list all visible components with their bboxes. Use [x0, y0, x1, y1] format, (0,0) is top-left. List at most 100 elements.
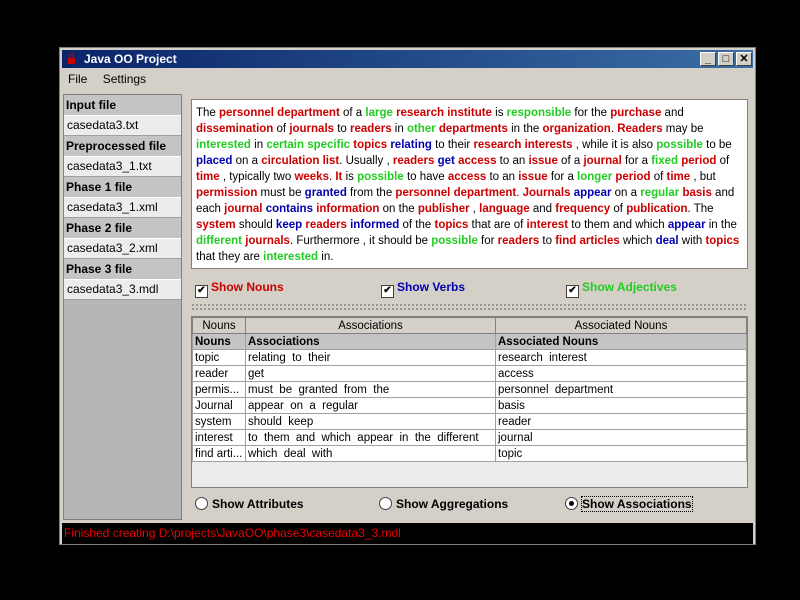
column-header-nouns[interactable]: Nouns — [192, 317, 246, 334]
noun-word: language — [479, 203, 530, 215]
verb-word: deal — [655, 235, 679, 247]
plain-text: to have — [403, 171, 448, 183]
show-adjectives-label: Show Adjectives — [582, 280, 677, 294]
plain-text: on the — [379, 203, 418, 215]
column-header-associations[interactable]: Associations — [245, 317, 496, 334]
plain-text: in. — [318, 251, 334, 263]
adjective-word: possible — [357, 171, 404, 183]
plain-text: to their — [431, 139, 474, 151]
plain-text: to an — [486, 171, 519, 183]
show-aggregations-radio[interactable]: Show Aggregations — [379, 497, 508, 511]
table-row[interactable]: topic relating to their research interest — [192, 349, 747, 366]
maximize-button[interactable]: □ — [718, 52, 734, 66]
plain-text: to — [334, 123, 351, 135]
close-button[interactable]: ✕ — [736, 52, 752, 66]
show-attributes-radio[interactable]: Show Attributes — [195, 497, 304, 511]
plain-text: of — [610, 203, 627, 215]
java-cup-icon — [68, 52, 75, 64]
table-row[interactable]: system should keep reader — [192, 413, 747, 430]
menu-file[interactable]: File — [62, 69, 93, 89]
plain-text: should — [235, 219, 276, 231]
preprocessed-file-value[interactable]: casedata3_1.txt — [64, 156, 181, 177]
show-aggregations-label: Show Aggregations — [396, 497, 509, 511]
noun-word: find — [555, 235, 577, 247]
noun-word: period — [681, 155, 717, 167]
plain-text: , — [469, 203, 480, 215]
plain-text: may be — [662, 123, 704, 135]
plain-text: of — [273, 123, 290, 135]
adjective-word: possible — [431, 235, 478, 247]
noun-word: personnel department — [395, 187, 517, 199]
table-row[interactable]: Journal appear on a regular basis — [192, 397, 747, 414]
show-associations-radio[interactable]: Show Associations — [565, 496, 693, 512]
menu-bar: File Settings — [62, 69, 753, 89]
noun-word: frequency — [555, 203, 611, 215]
plain-text: to them — [568, 219, 613, 231]
noun-word: permission — [196, 187, 258, 199]
noun-word: journal — [224, 203, 263, 215]
input-file-value[interactable]: casedata3.txt — [64, 115, 181, 136]
adjective-word: interested — [263, 251, 319, 263]
table-cell: relating to their — [245, 349, 496, 366]
table-cell: reader — [192, 365, 246, 382]
menu-settings[interactable]: Settings — [97, 69, 152, 89]
table-row[interactable]: permis... must be granted from the personn… — [192, 381, 747, 398]
noun-word: topics — [705, 235, 740, 247]
title-bar[interactable]: Java OO Project _ □ ✕ — [62, 50, 753, 68]
associations-table: Nouns Associations Associated Nouns Noun… — [192, 317, 747, 462]
radio-off-icon — [379, 497, 392, 510]
table-cell: reader — [495, 413, 747, 430]
split-pane-divider[interactable] — [191, 303, 748, 311]
plain-text: must be — [257, 187, 305, 199]
phase3-file-value[interactable]: casedata3_3.mdl — [64, 279, 181, 300]
show-adjectives-checkbox[interactable]: ✔ Show Adjectives — [566, 280, 677, 298]
adjective-word: regular — [640, 187, 680, 199]
noun-word: access — [458, 155, 497, 167]
radio-on-icon — [565, 497, 578, 510]
table-cell: get — [245, 365, 496, 382]
plain-text: which — [619, 235, 656, 247]
plain-text: that they are — [196, 251, 264, 263]
noun-word: research interests — [473, 139, 573, 151]
table-cell: Journal — [192, 397, 246, 414]
table-row[interactable]: interest to them and which appear in the … — [192, 429, 747, 446]
minimize-button[interactable]: _ — [700, 52, 716, 66]
adjective-word: possible — [656, 139, 703, 151]
adjective-word: certain specific — [266, 139, 351, 151]
noun-word: research institute — [396, 107, 492, 119]
tagged-text-panel[interactable]: The personnel department of a large rese… — [191, 99, 748, 269]
adjective-word: different — [196, 235, 242, 247]
plain-text: that are of — [468, 219, 527, 231]
plain-text: is — [491, 107, 507, 119]
radio-off-icon — [195, 497, 208, 510]
column-header-associated-nouns[interactable]: Associated Nouns — [495, 317, 747, 334]
plain-text: and which — [612, 219, 668, 231]
verb-word: granted — [304, 187, 347, 199]
plain-text: with — [678, 235, 706, 247]
noun-word: publisher — [417, 203, 470, 215]
show-nouns-checkbox[interactable]: ✔ Show Nouns — [195, 280, 284, 298]
checkbox-check-icon: ✔ — [195, 285, 208, 298]
table-cell: should keep — [245, 413, 496, 430]
noun-word: journals — [245, 235, 290, 247]
adjective-word: fixed — [651, 155, 679, 167]
show-verbs-checkbox[interactable]: ✔ Show Verbs — [381, 280, 465, 298]
phase2-file-label: Phase 2 file — [64, 218, 181, 238]
main-window: Java OO Project _ □ ✕ File Settings Inpu… — [59, 47, 756, 545]
plain-text: of — [716, 155, 730, 167]
table-cell: access — [495, 365, 747, 382]
phase2-file-value[interactable]: casedata3_2.xml — [64, 238, 181, 259]
table-row[interactable]: reader get access — [192, 365, 747, 382]
plain-text: , but — [690, 171, 716, 183]
table-cell: permis... — [192, 381, 246, 398]
plain-text: of the — [399, 219, 435, 231]
plain-text: in — [391, 123, 407, 135]
plain-text: to — [539, 235, 556, 247]
phase1-file-value[interactable]: casedata3_1.xml — [64, 197, 181, 218]
plain-text: for a — [547, 171, 578, 183]
table-row[interactable]: Nouns Associations Associated Nouns — [192, 333, 747, 350]
plain-text: to be — [706, 139, 732, 151]
table-row[interactable]: find arti... which deal with topic — [192, 445, 747, 462]
plain-text: for — [477, 235, 498, 247]
noun-word: publication — [626, 203, 688, 215]
